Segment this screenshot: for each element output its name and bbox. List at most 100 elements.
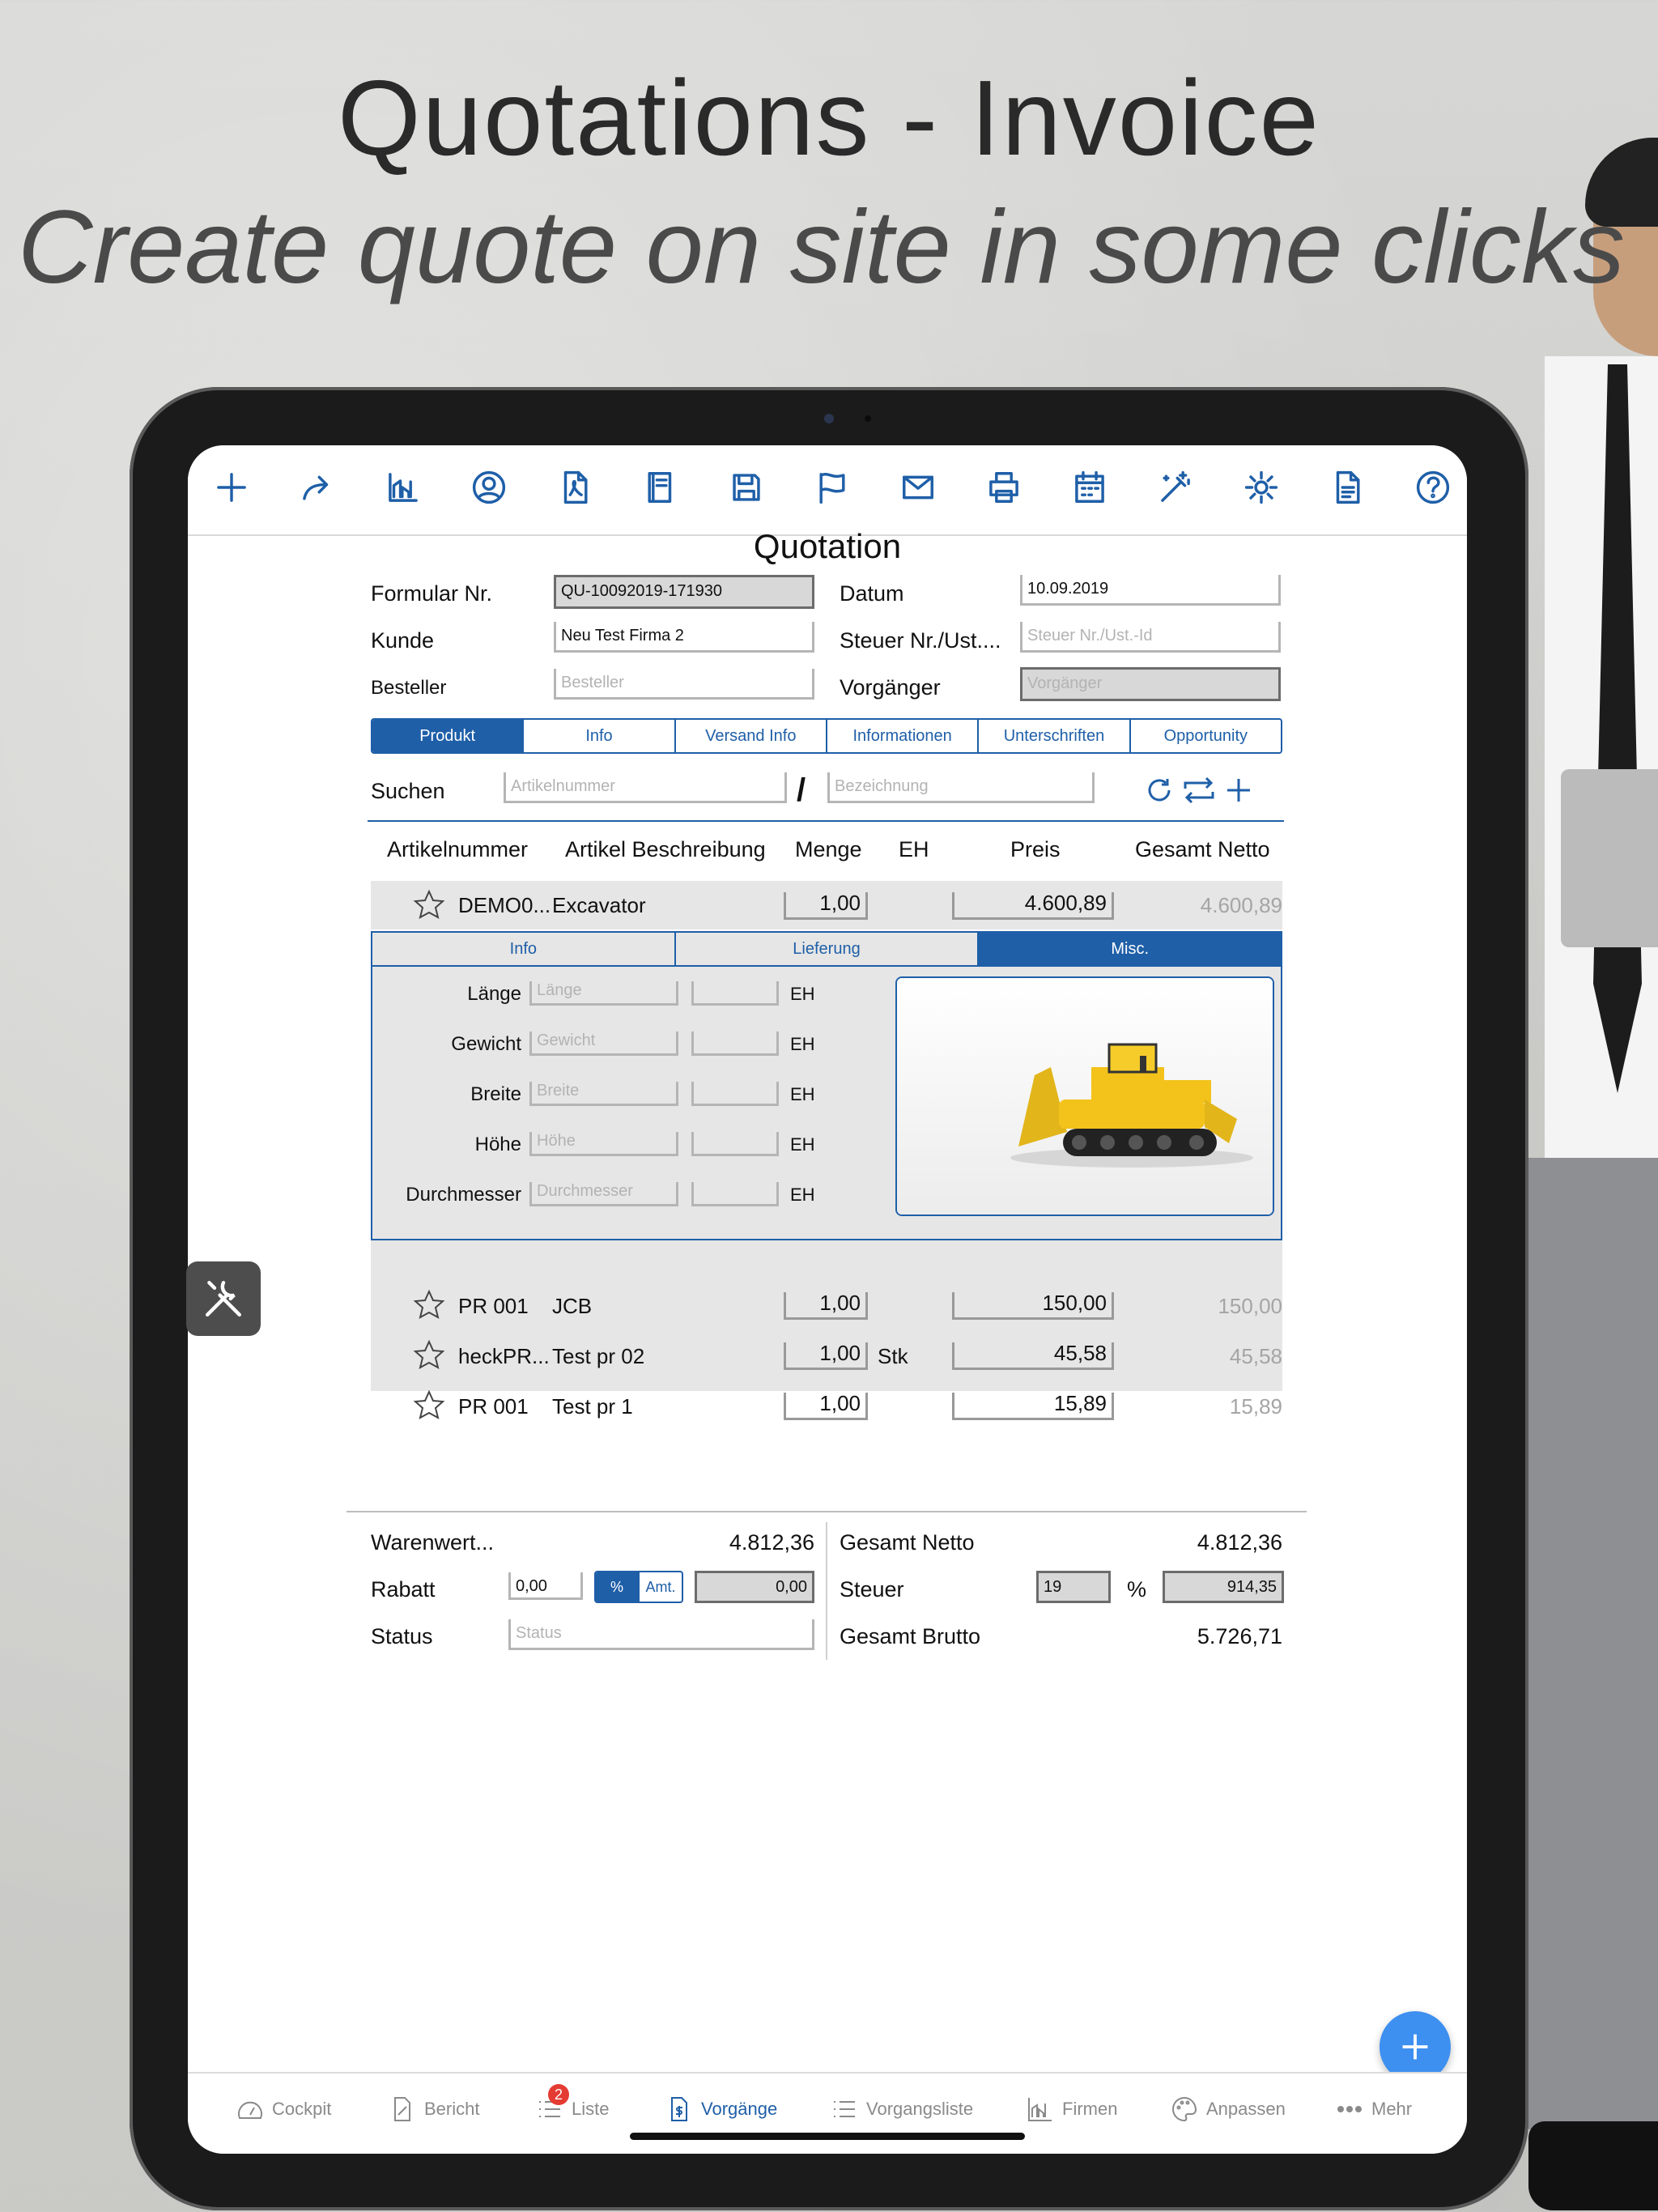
rabatt-label: Rabatt (371, 1577, 436, 1602)
home-indicator[interactable] (630, 2133, 1025, 2140)
datum-label: Datum (840, 581, 904, 606)
breite-unit-input[interactable] (691, 1082, 779, 1106)
item-menge[interactable]: 1,00 (784, 1342, 868, 1370)
vorganger-field[interactable]: Vorgänger (1020, 667, 1281, 701)
wrench-screwdriver-icon (206, 1281, 241, 1317)
item-desc: Excavator (552, 893, 646, 917)
breite-input[interactable]: Breite (529, 1082, 678, 1106)
help-icon[interactable] (1410, 465, 1456, 510)
gewicht-unit-input[interactable] (691, 1032, 779, 1056)
item-preis[interactable]: 15,89 (952, 1393, 1114, 1420)
tab-vorgangsliste[interactable]: Vorgangsliste (831, 2093, 973, 2125)
hoehe-input[interactable]: Höhe (529, 1132, 678, 1156)
hero-title: Quotations - Invoice (338, 58, 1320, 177)
durchmesser-input[interactable]: Durchmesser (529, 1182, 678, 1206)
list-icon (834, 2101, 855, 2117)
item-preis[interactable]: 45,58 (952, 1342, 1114, 1370)
tab-bericht[interactable]: Bericht (389, 2093, 479, 2125)
formular-label: Formular Nr. (371, 581, 493, 606)
star-icon[interactable] (413, 1289, 445, 1321)
item-menge[interactable]: 1,00 (784, 1292, 868, 1320)
refresh-icon[interactable] (1143, 774, 1175, 806)
star-icon[interactable] (413, 1339, 445, 1372)
tab-informationen[interactable]: Informationen (827, 720, 980, 752)
mail-icon[interactable] (895, 465, 941, 510)
print-icon[interactable] (981, 465, 1027, 510)
product-image[interactable] (895, 976, 1274, 1216)
durchmesser-label: Durchmesser (406, 1184, 521, 1206)
item-nr: PR 001 (458, 1294, 529, 1318)
tab-produkt[interactable]: Produkt (372, 720, 525, 752)
col-beschreibung: Artikel Beschreibung (565, 837, 766, 861)
save-icon[interactable] (724, 465, 769, 510)
detail-tab-lieferung[interactable]: Lieferung (676, 933, 980, 965)
share-icon[interactable] (295, 465, 340, 510)
building-chart-icon (1028, 2098, 1052, 2121)
book-icon[interactable] (638, 465, 683, 510)
tools-floating-button[interactable] (186, 1261, 261, 1336)
document-icon[interactable] (1324, 465, 1370, 510)
tab-versand-info[interactable]: Versand Info (676, 720, 827, 752)
tab-firmen[interactable]: Firmen (1027, 2093, 1117, 2125)
tab-opportunity[interactable]: Opportunity (1131, 720, 1281, 752)
pdf-icon[interactable] (552, 465, 597, 510)
steuer-rate-input[interactable]: 19 (1036, 1571, 1111, 1603)
tab-anpassen[interactable]: Anpassen (1171, 2093, 1286, 2125)
star-icon[interactable] (413, 1389, 445, 1422)
steuer-nr-field[interactable]: Steuer Nr./Ust.-Id (1020, 622, 1281, 653)
gear-icon[interactable] (1239, 465, 1284, 510)
item-preis[interactable]: 150,00 (952, 1292, 1114, 1320)
detail-tab-misc[interactable]: Misc. (979, 933, 1281, 965)
amount-toggle[interactable]: Amt. (640, 1572, 682, 1602)
hoehe-unit-input[interactable] (691, 1132, 779, 1156)
tab-vorgaenge[interactable]: Vorgänge (665, 2093, 777, 2125)
item-netto: 45,58 (1229, 1344, 1282, 1368)
repeat-icon[interactable] (1180, 774, 1218, 806)
formular-field[interactable]: QU-10092019-171930 (554, 575, 814, 609)
gewicht-label: Gewicht (451, 1033, 521, 1055)
gesamt-netto-value: 4.812,36 (1197, 1530, 1282, 1555)
chart-icon[interactable] (380, 465, 426, 510)
kunde-label: Kunde (371, 628, 435, 653)
bezeichnung-search-input[interactable]: Bezeichnung (827, 772, 1095, 803)
gauge-icon (238, 2101, 262, 2119)
magic-wand-icon[interactable] (1153, 465, 1198, 510)
gewicht-input[interactable]: Gewicht (529, 1032, 678, 1056)
datum-field[interactable]: 10.09.2019 (1020, 575, 1281, 606)
star-icon[interactable] (413, 889, 445, 921)
add-item-icon[interactable] (1222, 774, 1255, 806)
tab-cockpit[interactable]: Cockpit (236, 2093, 331, 2125)
laenge-input[interactable]: Länge (529, 981, 678, 1006)
rabatt-input[interactable]: 0,00 (508, 1572, 583, 1600)
plus-icon[interactable] (209, 465, 254, 510)
detail-tabs: Info Lieferung Misc. (371, 931, 1282, 967)
percent-toggle[interactable]: % (596, 1572, 640, 1602)
besteller-field[interactable]: Besteller (554, 669, 814, 700)
status-input[interactable]: Status (508, 1619, 814, 1650)
detail-tab-info[interactable]: Info (372, 933, 676, 965)
tab-info[interactable]: Info (524, 720, 676, 752)
tab-liste[interactable]: 2 Liste (536, 2084, 609, 2125)
flag-icon[interactable] (810, 465, 855, 510)
col-gesamt-netto: Gesamt Netto (1135, 837, 1270, 861)
tab-unterschriften[interactable]: Unterschriften (979, 720, 1131, 752)
artikel-search-input[interactable]: Artikelnummer (504, 772, 787, 803)
item-menge[interactable]: 1,00 (784, 1393, 868, 1420)
search-label: Suchen (371, 779, 445, 803)
calendar-icon[interactable] (1067, 465, 1112, 510)
gesamt-netto-label: Gesamt Netto (840, 1530, 975, 1555)
gesamt-brutto-label: Gesamt Brutto (840, 1624, 981, 1648)
hoehe-label: Höhe (474, 1134, 521, 1155)
user-icon[interactable] (466, 465, 512, 510)
hoehe-unit: EH (790, 1134, 815, 1155)
laenge-unit-input[interactable] (691, 981, 779, 1006)
tab-mehr[interactable]: Mehr (1336, 2093, 1412, 2125)
search-separator: / (797, 772, 806, 808)
kunde-field[interactable]: Neu Test Firma 2 (554, 622, 814, 653)
item-menge[interactable]: 1,00 (784, 892, 868, 920)
durchmesser-unit-input[interactable] (691, 1182, 779, 1206)
item-preis[interactable]: 4.600,89 (952, 892, 1114, 920)
item-nr: DEMO0... (458, 893, 551, 917)
laenge-label: Länge (467, 983, 521, 1005)
col-preis: Preis (1010, 837, 1061, 861)
